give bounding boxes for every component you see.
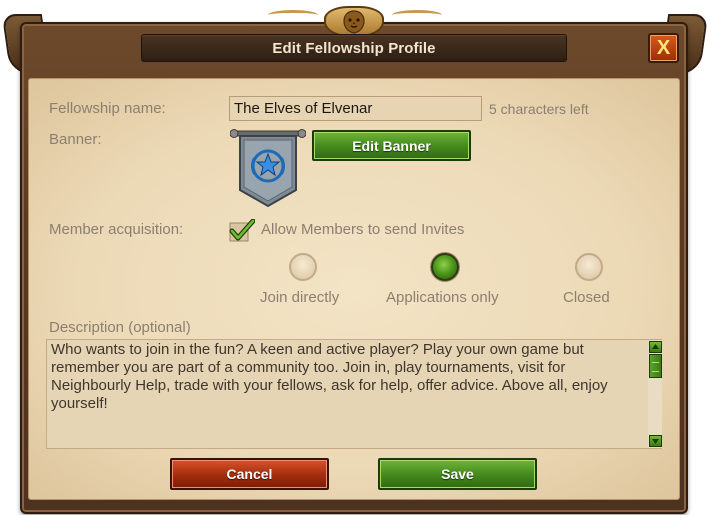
option-applications-only-label: Applications only bbox=[386, 289, 499, 306]
close-button[interactable]: X bbox=[648, 33, 679, 63]
description-textarea[interactable]: Who wants to join in the fun? A keen and… bbox=[46, 339, 662, 449]
radio-applications-only[interactable] bbox=[431, 253, 459, 281]
crest-scroll-left bbox=[268, 10, 318, 20]
banner-emblem-icon bbox=[229, 128, 307, 208]
crest-scroll-right bbox=[392, 10, 442, 20]
edit-banner-label: Edit Banner bbox=[352, 137, 431, 154]
description-text[interactable]: Who wants to join in the fun? A keen and… bbox=[49, 341, 645, 447]
title-bar: Edit Fellowship Profile bbox=[141, 34, 567, 62]
save-label: Save bbox=[441, 466, 474, 482]
radio-join-directly[interactable] bbox=[289, 253, 317, 281]
member-acquisition-label: Member acquisition: bbox=[49, 221, 184, 238]
name-character-counter: 5 characters left bbox=[489, 101, 589, 117]
arrow-up-icon[interactable] bbox=[649, 341, 662, 353]
save-button[interactable]: Save bbox=[378, 458, 537, 490]
option-join-directly-label: Join directly bbox=[260, 289, 340, 306]
cancel-label: Cancel bbox=[226, 466, 273, 482]
fellowship-name-label: Fellowship name: bbox=[49, 100, 166, 117]
allow-invites-label: Allow Members to send Invites bbox=[261, 221, 465, 238]
radio-closed[interactable] bbox=[575, 253, 603, 281]
description-scrollbar[interactable] bbox=[648, 340, 662, 448]
option-closed-label: Closed bbox=[563, 289, 610, 306]
checkmark-icon bbox=[229, 218, 256, 242]
description-label: Description (optional) bbox=[49, 319, 191, 336]
fellowship-name-input[interactable] bbox=[229, 96, 482, 121]
cancel-button[interactable]: Cancel bbox=[170, 458, 329, 490]
banner-label: Banner: bbox=[49, 131, 102, 148]
close-icon: X bbox=[656, 36, 671, 59]
edit-banner-button[interactable]: Edit Banner bbox=[312, 130, 471, 161]
arrow-down-icon[interactable] bbox=[649, 435, 662, 447]
dialog-title: Edit Fellowship Profile bbox=[272, 39, 436, 57]
scrollbar-thumb[interactable] bbox=[649, 354, 662, 378]
allow-invites-checkbox[interactable] bbox=[229, 218, 256, 242]
